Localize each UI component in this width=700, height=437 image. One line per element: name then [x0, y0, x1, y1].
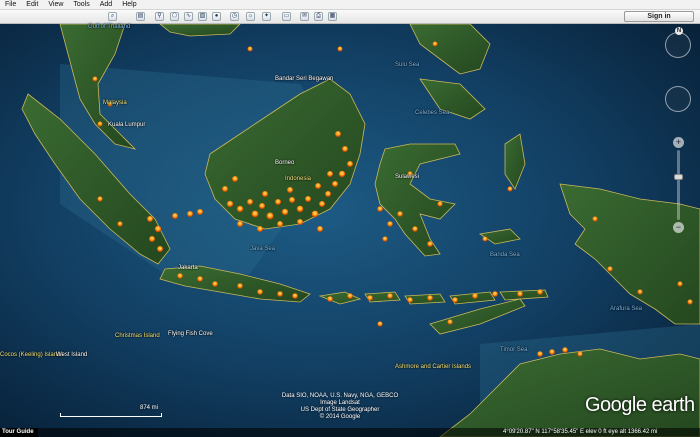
- map-label-sulawesi: Sulawesi: [395, 174, 420, 180]
- toolbar: ⌕ ▤ ⚲ ⬠ ∿ ▧ ● ◷ ☼ ✦ ▭ ✉ ⎙ ▦ Sign in: [0, 10, 700, 24]
- map-label-malaysia: Malaysia: [103, 100, 127, 106]
- overlay-icon[interactable]: ▧: [198, 12, 207, 21]
- attribution-line-1: Data SIO, NOAA, U.S. Navy, NGA, GEBCO: [281, 393, 399, 399]
- google-earth-logo: Google earth: [585, 394, 695, 416]
- menu-add[interactable]: Add: [95, 0, 117, 9]
- tour-icon[interactable]: ●: [212, 12, 221, 21]
- map-label-celebes-sea: Celebes Sea: [415, 110, 450, 116]
- map-label-gulf-of-thailand: Gulf of Thailand: [88, 24, 131, 30]
- map-label-cocos-keeling-islands: Cocos (Keeling) Islands: [0, 352, 64, 358]
- placemark-icon[interactable]: ⚲: [155, 12, 164, 21]
- sky-icon[interactable]: ✦: [262, 12, 271, 21]
- sidebar-icon[interactable]: ▤: [136, 12, 145, 21]
- map-label-kuala-lumpur: Kuala Lumpur: [108, 122, 146, 128]
- map-view[interactable]: Gulf of Thailand Bandar Seri Begawan Kua…: [0, 24, 700, 437]
- attribution: Data SIO, NOAA, U.S. Navy, NGA, GEBCO Im…: [280, 393, 400, 421]
- attribution-line-2: Image Landsat: [320, 400, 360, 406]
- polygon-icon[interactable]: ⬠: [170, 12, 179, 21]
- map-canvas[interactable]: [0, 24, 700, 437]
- ruler-icon[interactable]: ▭: [282, 12, 291, 21]
- map-label-jakarta: Jakarta: [178, 265, 198, 271]
- north-indicator[interactable]: N: [675, 27, 683, 35]
- map-label-indonesia: Indonesia: [285, 176, 312, 182]
- status-coordinates: 4°09'20.87" N 117°58'35.45" E elev 0 ft …: [503, 429, 658, 435]
- zoom-out-button[interactable]: −: [673, 222, 684, 233]
- map-label-flying-fish-cove: Flying Fish Cove: [168, 331, 213, 337]
- sign-in-button[interactable]: Sign in: [624, 11, 694, 22]
- print-icon[interactable]: ⎙: [314, 12, 323, 21]
- scale-bar: [60, 413, 162, 417]
- attribution-line-4: © 2014 Google: [319, 414, 361, 420]
- map-label-banda-sea: Banda Sea: [490, 252, 520, 258]
- view-in-maps-icon[interactable]: ▦: [328, 12, 337, 21]
- map-label-borneo: Borneo: [275, 160, 295, 166]
- map-label-west-island: West Island: [56, 352, 88, 358]
- move-joystick[interactable]: [665, 86, 691, 112]
- map-label-bandar-seri-begawan: Bandar Seri Begawan: [275, 76, 334, 82]
- zoom-slider-handle[interactable]: [674, 174, 683, 180]
- map-label-arafura-sea: Arafura Sea: [610, 306, 643, 312]
- map-label-timor-sea: Timor Sea: [500, 347, 528, 353]
- map-label-ashmore-and-cartier-islands: Ashmore and Cartier Islands: [395, 364, 472, 370]
- look-compass[interactable]: N: [665, 27, 691, 58]
- path-icon[interactable]: ∿: [184, 12, 193, 21]
- historical-imagery-icon[interactable]: ◷: [230, 12, 239, 21]
- map-label-java-sea: Java Sea: [250, 246, 276, 252]
- menu-help[interactable]: Help: [117, 0, 141, 9]
- email-icon[interactable]: ✉: [300, 12, 309, 21]
- zoom-slider-track[interactable]: [677, 150, 680, 220]
- sun-icon[interactable]: ☼: [246, 12, 255, 21]
- scale-label: 874 mi: [140, 405, 159, 411]
- menu-edit[interactable]: Edit: [21, 0, 43, 9]
- menu-bar: File Edit View Tools Add Help: [0, 0, 700, 10]
- search-icon[interactable]: ⌕: [108, 12, 117, 21]
- tour-guide-button[interactable]: Tour Guide: [0, 428, 38, 437]
- map-label-christmas-island: Christmas Island: [115, 333, 160, 339]
- map-label-sulu-sea: Sulu Sea: [395, 62, 420, 68]
- attribution-line-3: US Dept of State Geographer: [300, 407, 380, 413]
- menu-view[interactable]: View: [43, 0, 68, 9]
- zoom-in-button[interactable]: +: [673, 137, 684, 148]
- menu-tools[interactable]: Tools: [68, 0, 94, 9]
- menu-file[interactable]: File: [0, 0, 21, 9]
